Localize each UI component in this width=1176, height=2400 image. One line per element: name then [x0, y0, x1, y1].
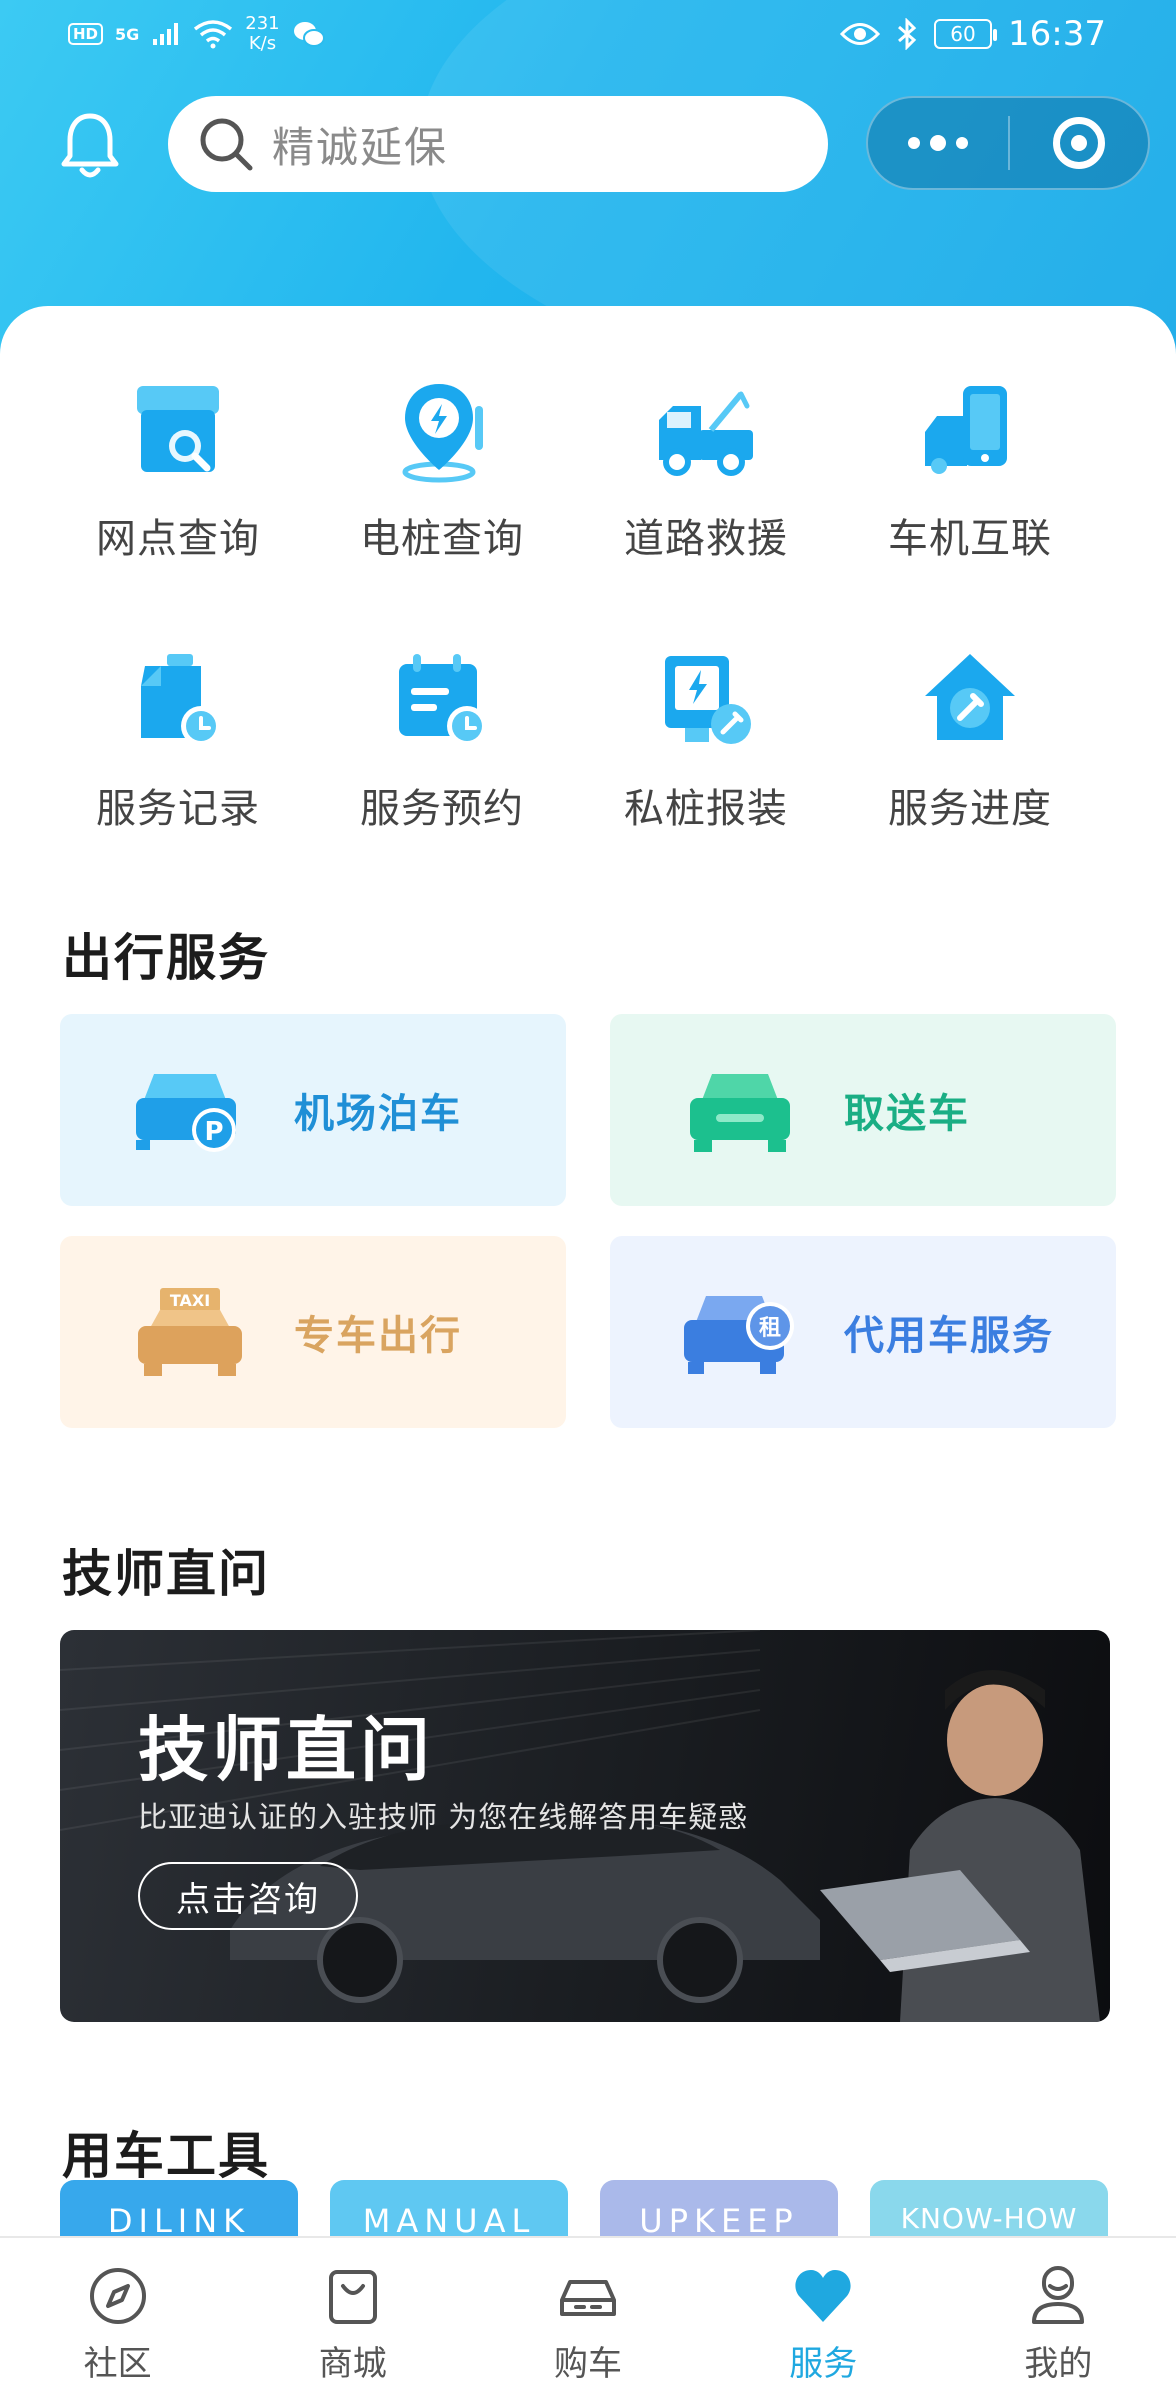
clock: 16:37 — [1008, 14, 1106, 54]
svg-text:TAXI: TAXI — [170, 1291, 210, 1310]
quick-action-store-search[interactable]: 网点查询 — [46, 376, 310, 564]
target-icon — [1053, 117, 1105, 169]
shopping-bag-icon — [328, 2270, 377, 2324]
hd-badge: HD — [68, 23, 104, 45]
technician-banner[interactable]: 技师直问 比亚迪认证的入驻技师 为您在线解答用车疑惑 点击咨询 — [60, 1630, 1110, 2022]
airport-parking-icon: P — [136, 1074, 236, 1152]
service-taxi[interactable]: TAXI 专车出行 — [60, 1236, 566, 1428]
speed-unit: K/s — [248, 33, 277, 54]
quick-action-label: 网点查询 — [96, 516, 260, 562]
service-airport-parking[interactable]: P 机场泊车 — [60, 1014, 566, 1206]
tab-buy-car[interactable]: 购车 — [470, 2238, 705, 2400]
tech-section-title: 技师直问 — [62, 1545, 270, 1603]
tool-know-how[interactable]: KNOW-HOW — [870, 2180, 1108, 2240]
main-content: 网点查询 电桩查询 道路救援 车机互联 服务记录 服务预约 私桩报装 服务进度 … — [0, 306, 1176, 2236]
network-speed: 231 K/s — [245, 14, 279, 54]
tab-label: 我的 — [1024, 2344, 1093, 2384]
charging-pin-icon — [402, 384, 483, 483]
bottom-tab-bar: 社区 商城 购车 服务 我的 — [0, 2236, 1176, 2400]
bell-icon[interactable] — [58, 110, 122, 182]
battery-icon: 60 — [934, 19, 998, 49]
service-label: 机场泊车 — [294, 1091, 462, 1137]
speed-value: 231 — [245, 13, 280, 34]
tab-label: 社区 — [83, 2344, 152, 2384]
car-pickup-icon — [690, 1074, 790, 1152]
quick-action-private-charger[interactable]: 私桩报装 — [574, 646, 838, 834]
tab-label: 购车 — [554, 2344, 622, 2384]
tow-truck-icon — [659, 391, 753, 476]
search-input[interactable]: 精诚延保 — [168, 96, 828, 192]
quick-action-label: 私桩报装 — [624, 786, 788, 832]
tool-upkeep[interactable]: UPKEEP — [600, 2180, 838, 2240]
network-type: 5G — [115, 24, 140, 44]
wechat-icon — [293, 22, 325, 47]
tools-section-title: 用车工具 — [62, 2127, 270, 2185]
quick-action-label: 车机互联 — [888, 516, 1052, 562]
quick-action-car-connect[interactable]: 车机互联 — [838, 376, 1102, 564]
compass-icon — [89, 2268, 146, 2324]
more-dot-icon — [956, 137, 968, 149]
svg-text:租: 租 — [759, 1316, 781, 1341]
heart-icon — [795, 2270, 851, 2322]
service-rental-car[interactable]: 租 代用车服务 — [610, 1236, 1116, 1428]
tab-mall[interactable]: 商城 — [235, 2238, 470, 2400]
quick-action-label: 服务记录 — [96, 786, 260, 832]
quick-action-label: 电桩查询 — [360, 516, 524, 562]
service-label: 代用车服务 — [844, 1313, 1054, 1359]
service-car-pickup[interactable]: 取送车 — [610, 1014, 1116, 1206]
service-label: 专车出行 — [294, 1313, 462, 1359]
service-label: 取送车 — [844, 1091, 970, 1137]
signal-icon — [153, 23, 179, 45]
tab-service[interactable]: 服务 — [706, 2238, 941, 2400]
consult-button[interactable]: 点击咨询 — [138, 1862, 358, 1930]
search-icon — [200, 118, 253, 171]
quick-action-road-rescue[interactable]: 道路救援 — [574, 376, 838, 564]
car-icon — [560, 2280, 616, 2316]
wifi-icon — [194, 20, 233, 49]
status-right: 60 16:37 — [840, 14, 1106, 54]
quick-action-service-progress[interactable]: 服务进度 — [838, 646, 1102, 834]
mini-program-capsule — [866, 96, 1150, 190]
tool-manual[interactable]: MANUAL — [330, 2180, 568, 2240]
calendar-clock-icon — [399, 654, 487, 746]
store-search-icon — [137, 386, 219, 472]
battery-level: 60 — [950, 22, 976, 46]
svg-text:P: P — [204, 1117, 223, 1147]
rental-car-icon: 租 — [684, 1296, 794, 1374]
private-charger-icon — [665, 656, 751, 744]
quick-action-service-record[interactable]: 服务记录 — [46, 646, 310, 834]
tab-community[interactable]: 社区 — [0, 2238, 235, 2400]
banner-title: 技师直问 — [138, 1709, 434, 1791]
tools-row: DILINK MANUAL UPKEEP KNOW-HOW — [0, 2180, 1176, 2240]
tool-dilink[interactable]: DILINK — [60, 2180, 298, 2240]
close-mini-program-button[interactable] — [1010, 117, 1148, 169]
more-dot-icon — [930, 135, 946, 151]
profile-icon — [1032, 2266, 1085, 2324]
status-bar: HD 5G 231 K/s 60 16:37 — [0, 0, 1176, 72]
status-left: HD 5G 231 K/s — [68, 14, 326, 54]
quick-action-charging-pile[interactable]: 电桩查询 — [310, 376, 574, 564]
eye-icon — [840, 23, 881, 45]
tab-label: 服务 — [789, 2344, 858, 2384]
taxi-icon: TAXI — [138, 1288, 242, 1376]
car-phone-icon — [925, 386, 1007, 474]
quick-action-label: 道路救援 — [624, 516, 788, 562]
tab-label: 商城 — [318, 2344, 387, 2384]
house-wrench-icon — [925, 654, 1015, 740]
service-record-icon — [141, 654, 221, 746]
bluetooth-icon — [898, 18, 917, 50]
quick-action-label: 服务预约 — [360, 786, 524, 832]
travel-section-title: 出行服务 — [62, 929, 270, 987]
tab-profile[interactable]: 我的 — [941, 2238, 1176, 2400]
quick-action-label: 服务进度 — [888, 786, 1052, 832]
quick-action-service-booking[interactable]: 服务预约 — [310, 646, 574, 834]
more-dot-icon — [908, 137, 920, 149]
search-placeholder: 精诚延保 — [272, 122, 449, 172]
banner-subtitle: 比亚迪认证的入驻技师 为您在线解答用车疑惑 — [138, 1800, 749, 1834]
more-button[interactable] — [868, 98, 1008, 188]
